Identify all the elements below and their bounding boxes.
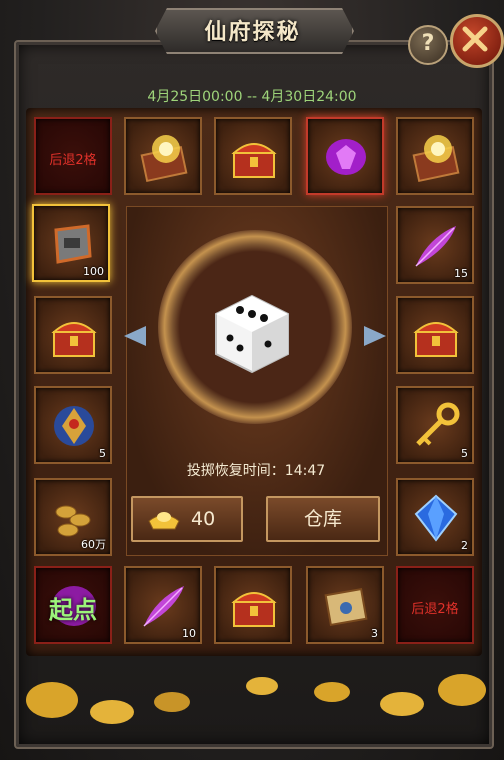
- amulet-count: 5: [99, 447, 106, 460]
- treasure-chest-icon: [413, 322, 459, 357]
- tile-treasure-chest-right[interactable]: [396, 296, 474, 374]
- tile-start[interactable]: 起点: [34, 566, 112, 644]
- treasure-chest-icon: [231, 143, 277, 178]
- spellbook-icon: [140, 135, 188, 183]
- help-button[interactable]: ?: [408, 25, 448, 65]
- roll-recover-timer: 投掷恢复时间：14:47: [186, 463, 326, 479]
- gold-ingot-icon: [148, 512, 180, 530]
- tile-treasure-chest-top[interactable]: [214, 117, 292, 195]
- close-icon: [462, 26, 488, 52]
- gold-ingot-button[interactable]: 40: [131, 496, 243, 542]
- treasure-chest-icon: [51, 322, 97, 357]
- event-date-range: 4月25日00:00 -- 4月30日24:00: [147, 89, 357, 105]
- tile-spellbook-right[interactable]: [396, 117, 474, 195]
- gold-coins-decoration: [26, 674, 486, 724]
- coins-count: 60万: [81, 538, 106, 551]
- spellbook-icon: [412, 135, 460, 183]
- start-label: 起点: [49, 596, 97, 624]
- feather-right-count: 15: [454, 267, 468, 280]
- page-title: 仙府探秘: [204, 19, 301, 45]
- scroll-count: 3: [371, 627, 378, 640]
- feather-icon: [143, 586, 184, 627]
- tile-treasure-chest-left[interactable]: [34, 296, 112, 374]
- warehouse-button[interactable]: 仓库: [266, 496, 380, 542]
- ring-left-arrow-icon: [124, 326, 146, 346]
- gold-ingot-count: 40: [191, 508, 216, 530]
- tile-treasure-chest-bottom[interactable]: [214, 566, 292, 644]
- dice-button[interactable]: [210, 292, 294, 376]
- purple-crystal-icon: [326, 139, 366, 175]
- feather-icon: [415, 226, 456, 267]
- amulet-icon: [54, 406, 94, 446]
- feather-bottom-count: 10: [182, 627, 196, 640]
- treasure-chest-icon: [231, 592, 277, 627]
- tile-feather-bottom[interactable]: 10: [124, 566, 202, 644]
- tile-back-2-top[interactable]: 后退2格: [34, 117, 112, 195]
- blue-gem-icon: [414, 494, 458, 542]
- tile-purple-crystal[interactable]: [306, 117, 384, 195]
- gem-count: 2: [461, 539, 468, 552]
- armor-count: 100: [83, 265, 104, 278]
- scroll-icon: [324, 587, 368, 627]
- armor-icon: [54, 224, 92, 264]
- close-button[interactable]: [450, 14, 504, 68]
- golden-key-icon: [416, 402, 460, 446]
- tile-back-2-label: 后退2格: [411, 602, 459, 617]
- tile-copper-coins[interactable]: 60万: [34, 478, 112, 556]
- tile-golden-key[interactable]: 5: [396, 386, 474, 464]
- tile-feather-right[interactable]: 15: [396, 206, 474, 284]
- tile-spellbook[interactable]: [124, 117, 202, 195]
- key-count: 5: [461, 447, 468, 460]
- tile-scroll[interactable]: 3: [306, 566, 384, 644]
- ring-right-arrow-icon: [364, 326, 386, 346]
- tile-back-2-label: 后退2格: [49, 153, 97, 168]
- tile-blue-gem[interactable]: 2: [396, 478, 474, 556]
- tile-back-2-bottom[interactable]: 后退2格: [396, 566, 474, 644]
- tile-amulet[interactable]: 5: [34, 386, 112, 464]
- tile-armor[interactable]: 100: [32, 204, 110, 282]
